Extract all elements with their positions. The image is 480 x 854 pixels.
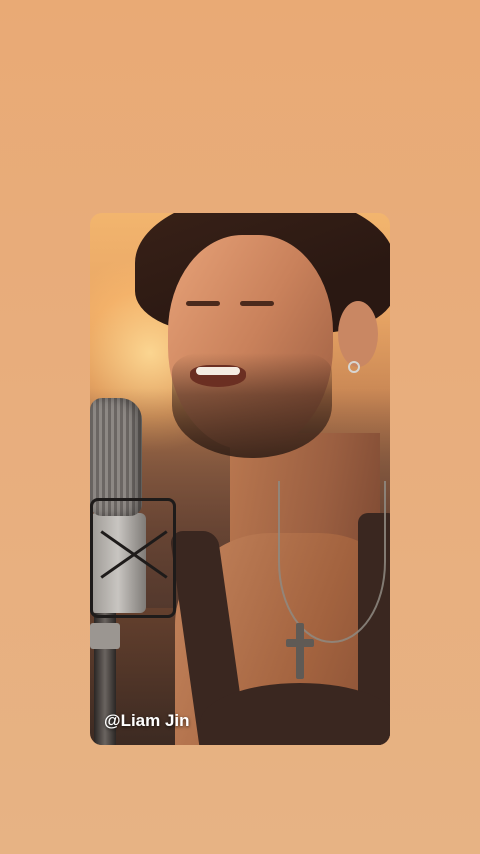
closed-eye-left — [186, 301, 220, 306]
mic-stand-clamp — [90, 623, 120, 649]
hoop-earring-icon — [348, 361, 360, 373]
cross-pendant-bar — [286, 639, 314, 647]
cross-pendant-icon — [296, 623, 304, 679]
necklace-chain — [278, 481, 386, 643]
video-card[interactable]: @Liam Jin — [90, 213, 390, 745]
closed-eye-right — [240, 301, 274, 306]
mic-shock-mount — [90, 498, 176, 618]
singer-ear — [338, 301, 378, 367]
teeth — [196, 367, 240, 375]
creator-handle[interactable]: @Liam Jin — [104, 711, 190, 731]
